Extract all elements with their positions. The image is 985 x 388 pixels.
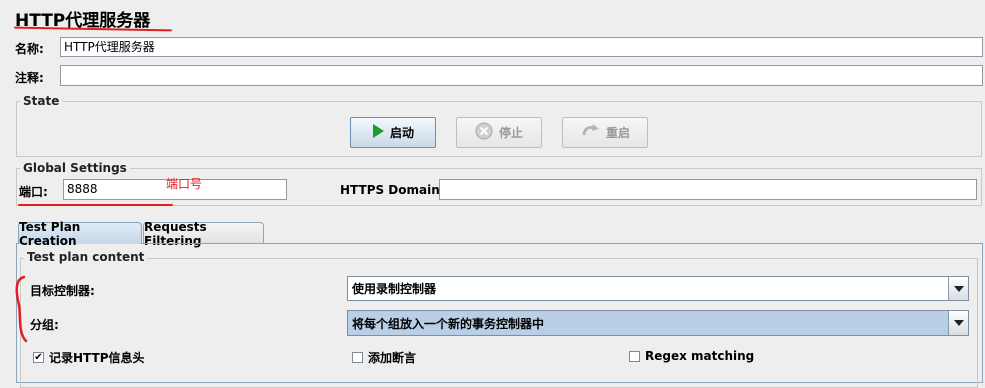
bracket-annotation <box>15 275 28 343</box>
global-settings-title: Global Settings <box>20 161 130 175</box>
comment-label: 注释: <box>15 71 44 85</box>
checkbox-unchecked-icon[interactable] <box>629 350 640 362</box>
restart-button[interactable]: 重启 <box>562 117 648 148</box>
https-domains-label: HTTPS Domains: <box>340 183 452 197</box>
https-domains-field[interactable] <box>439 179 977 200</box>
grouping-label: 分组: <box>30 318 59 332</box>
comment-field[interactable] <box>60 65 983 86</box>
grouping-value: 将每个组放入一个新的事务控制器中 <box>352 316 545 331</box>
restart-icon <box>580 123 600 142</box>
target-controller-label: 目标控制器: <box>30 284 95 298</box>
checkbox-checked-icon[interactable]: ✔ <box>33 352 44 363</box>
start-button-label: 启动 <box>389 126 414 140</box>
tab-label: Test Plan Creation <box>19 219 81 248</box>
checkbox-unchecked-icon[interactable] <box>352 352 363 363</box>
stop-button-label: 停止 <box>498 126 523 140</box>
checkbox-label: 记录HTTP信息头 <box>49 351 145 365</box>
checkbox-label: Regex matching <box>645 349 755 363</box>
regex-matching-checkbox[interactable]: Regex matching <box>629 349 754 363</box>
name-field[interactable]: HTTP代理服务器 <box>60 37 983 57</box>
test-plan-group-title: Test plan content <box>24 250 148 264</box>
name-label: 名称: <box>15 42 44 56</box>
chevron-down-icon[interactable] <box>948 311 968 335</box>
state-group-title: State <box>20 94 63 108</box>
start-button[interactable]: 启动 <box>350 117 436 148</box>
chevron-down-icon[interactable] <box>948 277 968 300</box>
target-controller-value: 使用录制控制器 <box>352 282 437 296</box>
restart-button-label: 重启 <box>605 126 630 140</box>
grouping-select[interactable]: 将每个组放入一个新的事务控制器中 <box>347 310 969 336</box>
play-icon <box>372 124 384 141</box>
port-underline <box>18 204 173 206</box>
port-label: 端口: <box>19 185 48 199</box>
tab-requests-filtering[interactable]: Requests Filtering <box>143 220 264 248</box>
stop-button[interactable]: 停止 <box>456 117 542 148</box>
add-assertions-checkbox[interactable]: 添加断言 <box>352 349 416 366</box>
tab-test-plan-creation[interactable]: Test Plan Creation <box>18 220 142 248</box>
port-annotation: 端口号 <box>166 177 203 191</box>
target-controller-select[interactable]: 使用录制控制器 <box>347 276 969 301</box>
record-headers-checkbox[interactable]: ✔ 记录HTTP信息头 <box>33 349 145 366</box>
checkbox-label: 添加断言 <box>368 351 417 365</box>
stop-icon <box>475 122 493 143</box>
